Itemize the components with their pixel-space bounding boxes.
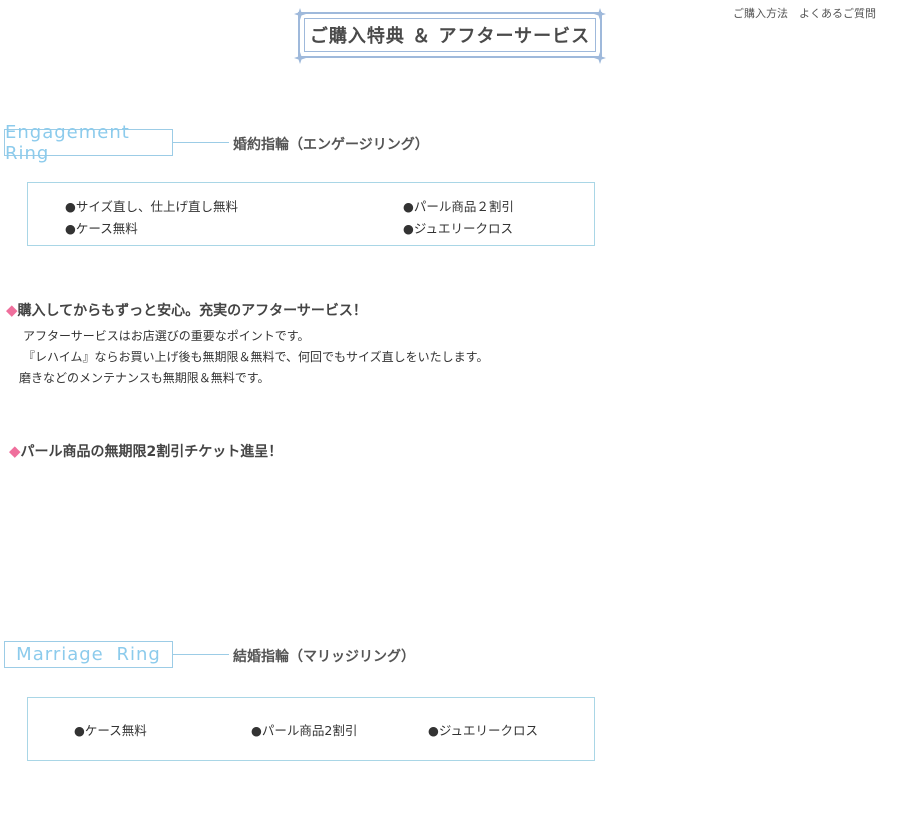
corner-ornament-icon — [294, 52, 306, 64]
pearl-heading: ◆パール商品の無期限2割引チケット進呈！ — [9, 441, 282, 461]
marriage-ring-label: Marriage Ring — [4, 641, 173, 668]
page-title: ご購入特典 ＆ アフターサービス — [304, 18, 596, 52]
benefit-item: ●パール商品２割引 — [403, 199, 514, 214]
after-service-heading: ◆購入してからもずっと安心。充実のアフターサービス！ — [6, 300, 367, 320]
benefit-item: ●ジュエリークロス — [403, 221, 514, 236]
corner-ornament-icon — [294, 8, 306, 20]
benefit-item: ●サイズ直し、仕上げ直し無料 — [65, 199, 239, 214]
marriage-ring-title: 結婚指輪（マリッジリング） — [233, 649, 415, 665]
corner-ornament-icon — [594, 52, 606, 64]
engagement-ring-title: 婚約指輪（エンゲージリング） — [233, 137, 429, 153]
engagement-benefits-box: ●サイズ直し、仕上げ直し無料 ●パール商品２割引 ●ケース無料 ●ジュエリークロ… — [27, 182, 595, 246]
pearl-heading-text: パール商品の無期限2割引チケット進呈！ — [20, 444, 283, 460]
marriage-benefits-box: ●ケース無料 ●パール商品2割引 ●ジュエリークロス — [27, 697, 595, 761]
faq-link[interactable]: よくあるご質問 — [799, 5, 876, 21]
after-service-line: アフターサービスはお店選びの重要なポイントです。 — [23, 329, 310, 343]
after-service-line: 『レハイム』ならお買い上げ後も無期限＆無料で、何回でもサイズ直しをいたします。 — [23, 350, 489, 364]
top-links: ご購入方法 よくあるご質問 — [733, 5, 876, 21]
pink-diamond-icon: ◆ — [6, 301, 18, 319]
page-title-frame: ご購入特典 ＆ アフターサービス — [298, 12, 602, 58]
benefit-item: ●ケース無料 — [65, 221, 138, 236]
after-service-line: 磨きなどのメンテナンスも無期限＆無料です。 — [19, 371, 270, 385]
engagement-ring-label: Engagement Ring — [4, 122, 173, 164]
section-divider-line — [173, 142, 229, 143]
benefit-item: ●パール商品2割引 — [251, 723, 358, 738]
after-service-heading-text: 購入してからもずっと安心。充実のアフターサービス！ — [17, 303, 367, 319]
corner-ornament-icon — [594, 8, 606, 20]
section-divider-line — [173, 654, 229, 655]
benefit-item: ●ケース無料 — [74, 723, 147, 738]
benefit-item: ●ジュエリークロス — [428, 723, 539, 738]
pink-diamond-icon: ◆ — [9, 442, 21, 460]
purchase-method-link[interactable]: ご購入方法 — [733, 5, 788, 21]
